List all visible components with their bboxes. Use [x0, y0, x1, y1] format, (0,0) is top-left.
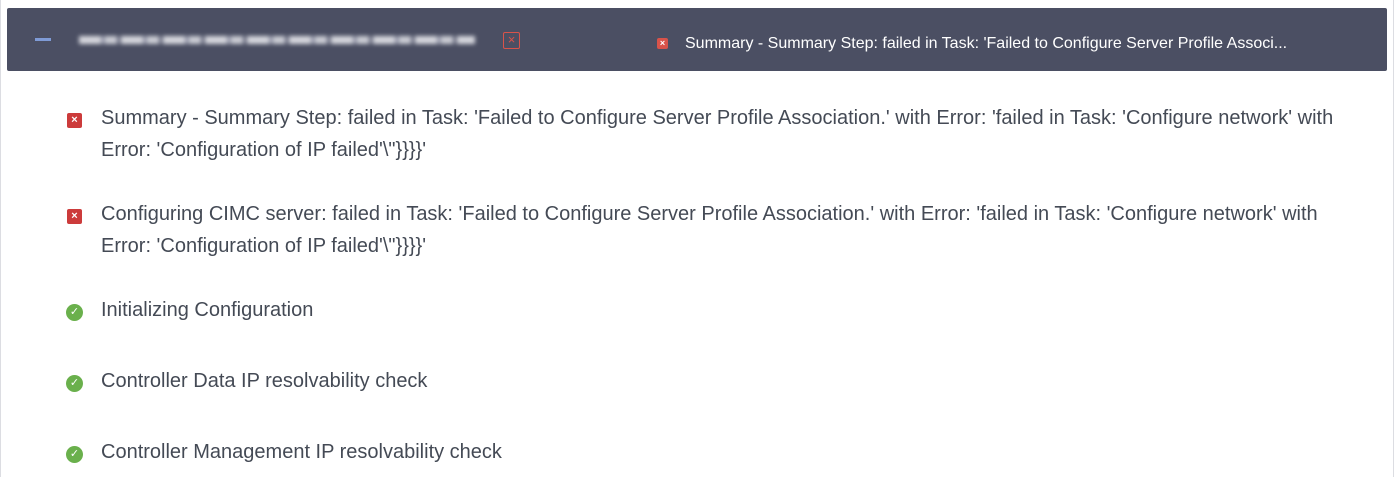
fail-icon: × — [657, 38, 668, 49]
fail-icon: × — [67, 209, 82, 224]
check-circle-icon: ✓ — [66, 446, 83, 463]
header-summary-text: Summary - Summary Step: failed in Task: … — [685, 35, 1288, 52]
collapse-icon[interactable] — [35, 38, 51, 41]
check-circle-icon: ✓ — [66, 304, 83, 321]
task-status-panel: × × Summary - Summary Step: failed in Ta… — [0, 0, 1394, 477]
fail-icon: × — [67, 113, 82, 128]
step-text: Controller Management IP resolvability c… — [101, 441, 502, 463]
step-text: Controller Data IP resolvability check — [101, 370, 428, 392]
check-circle-icon: ✓ — [66, 375, 83, 392]
error-outline-icon: × — [503, 32, 520, 49]
panel-header: × × Summary - Summary Step: failed in Ta… — [7, 8, 1387, 71]
host-name-redacted — [79, 32, 475, 48]
step-text: Summary - Summary Step: failed in Task: … — [101, 107, 1334, 161]
step-text: Configuring CIMC server: failed in Task:… — [101, 203, 1318, 257]
step-text: Initializing Configuration — [101, 299, 314, 321]
